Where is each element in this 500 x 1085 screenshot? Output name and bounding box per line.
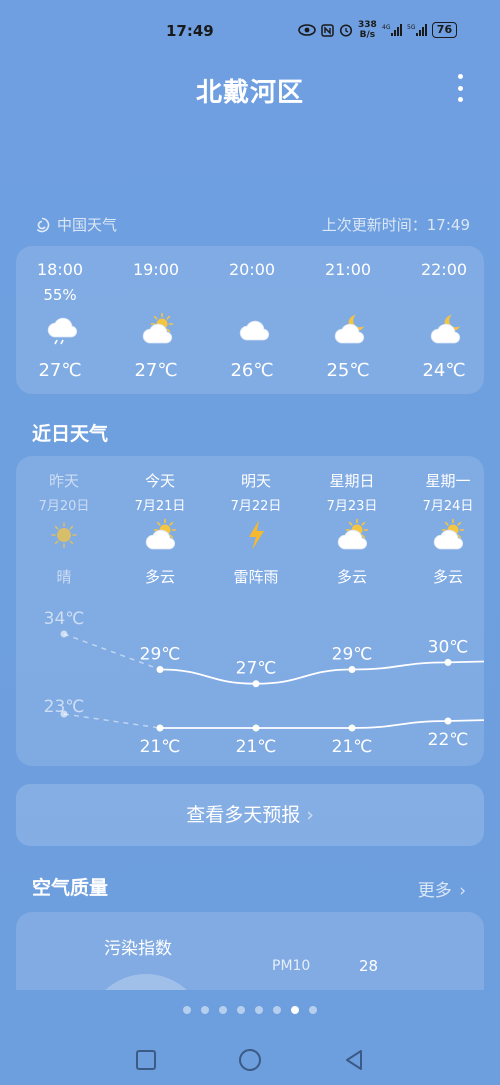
daily-forecast-card[interactable]: 昨天 7月20日 晴 今天 7月21日 多云 明天 7月22日 雷阵雨 星期日 … (16, 456, 484, 766)
forecast-button-label: 查看多天预报 (186, 804, 301, 826)
hour-time: 21:00 (324, 260, 372, 279)
hour-temperature: 24℃ (422, 360, 466, 381)
page-dot[interactable] (219, 1006, 227, 1014)
status-icons: 338 B/s 4G 5G 76 (298, 20, 458, 40)
rain-cloud-icon (42, 312, 78, 345)
high-temp-label: 29℃ (140, 645, 181, 665)
cloudy-night-icon (426, 312, 462, 344)
high-temp-point (444, 658, 452, 666)
page-dot[interactable] (291, 1006, 299, 1014)
cloud-icon (234, 312, 270, 344)
low-temp-point (252, 724, 260, 732)
home-button[interactable] (237, 1047, 263, 1073)
aqi-gauge (86, 974, 206, 990)
high-temp-label: 29℃ (332, 645, 373, 665)
signal-5g-icon: 5G (407, 24, 427, 36)
cloudy-night-icon (330, 312, 366, 344)
battery-indicator: 76 (431, 22, 458, 38)
svg-text:5G: 5G (407, 24, 416, 31)
hour-time: 20:00 (228, 260, 276, 279)
low-temp-line (160, 719, 484, 729)
pollution-index-label: 污染指数 (104, 939, 172, 959)
last-updated: 上次更新时间：17:49 (321, 216, 470, 234)
navigation-bar (0, 1040, 500, 1080)
nfc-icon (321, 23, 334, 37)
hour-time: 18:00 (36, 260, 84, 279)
temperature-trend-chart: 34℃ 23℃ 29℃ 21℃ 27℃ 21℃ 29℃ 21℃ 30℃ 22℃ (44, 609, 484, 757)
view-multiday-forecast-button[interactable]: 查看多天预报 › (16, 784, 484, 846)
high-temp-label: 27℃ (236, 659, 277, 679)
partly-cloudy-icon (138, 312, 174, 344)
chevron-right-icon: › (459, 881, 466, 901)
page-dot[interactable] (255, 1006, 263, 1014)
low-temp-label: 23℃ (44, 697, 85, 717)
low-temp-label: 21℃ (236, 737, 277, 757)
svg-text:4G: 4G (382, 24, 391, 31)
more-label: 更多 (417, 881, 452, 901)
page-dot[interactable] (273, 1006, 281, 1014)
status-time: 17:49 (166, 22, 214, 40)
pm10-label: PM10 (272, 958, 311, 974)
high-temp-label: 34℃ (44, 609, 85, 629)
weather-provider-icon (36, 217, 50, 232)
hour-temperature: 27℃ (38, 360, 82, 381)
alarm-icon (339, 24, 353, 37)
page-indicator[interactable] (0, 1006, 500, 1014)
network-speed: 338 B/s (358, 20, 377, 40)
high-temp-line (159, 660, 484, 685)
high-temp-point (348, 666, 356, 673)
daily-section-title: 近日天气 (32, 423, 109, 445)
high-temp-point (60, 630, 68, 638)
hour-time: 19:00 (132, 260, 180, 279)
city-title[interactable]: 北戴河区 (0, 72, 500, 109)
page-dot[interactable] (237, 1006, 245, 1014)
signal-4g-icon: 4G (382, 24, 402, 36)
chevron-right-icon: › (306, 804, 314, 826)
recents-button[interactable] (133, 1047, 159, 1073)
high-temp-label: 30℃ (428, 637, 469, 657)
low-temp-label: 21℃ (332, 737, 373, 757)
more-options-icon[interactable] (456, 74, 464, 102)
high-temp-point (252, 680, 260, 688)
page-dot[interactable] (201, 1006, 209, 1014)
pm10-value: 28 (359, 957, 379, 975)
air-quality-more-link[interactable]: 更多 › (418, 876, 466, 901)
status-bar: 17:49 338 B/s 4G 5G 76 (0, 0, 500, 64)
back-button[interactable] (341, 1047, 367, 1073)
hour-temperature: 27℃ (134, 360, 178, 381)
page-dot[interactable] (183, 1006, 191, 1014)
hour-temperature: 26℃ (230, 360, 274, 381)
provider-name: 中国天气 (57, 216, 118, 234)
low-temp-label: 22℃ (428, 730, 469, 750)
air-quality-card[interactable]: 污染指数 PM10 28 (16, 912, 484, 990)
hour-temperature: 25℃ (326, 360, 370, 381)
low-temp-point (444, 717, 452, 725)
hourly-forecast-card[interactable]: 18:00 55% 27℃ 19:00 27℃ 20:00 26℃ 21:00 … (16, 246, 484, 394)
high-temp-point (156, 666, 164, 673)
precipitation-chance: 55% (43, 286, 77, 304)
source-row: 中国天气 上次更新时间：17:49 (34, 214, 470, 235)
eye-icon (298, 24, 316, 36)
air-quality-title: 空气质量 (32, 877, 109, 899)
low-temp-point (348, 724, 356, 732)
low-temp-point (156, 724, 164, 732)
hour-time: 22:00 (420, 260, 468, 279)
low-temp-label: 21℃ (140, 737, 181, 757)
page-dot[interactable] (309, 1006, 317, 1014)
